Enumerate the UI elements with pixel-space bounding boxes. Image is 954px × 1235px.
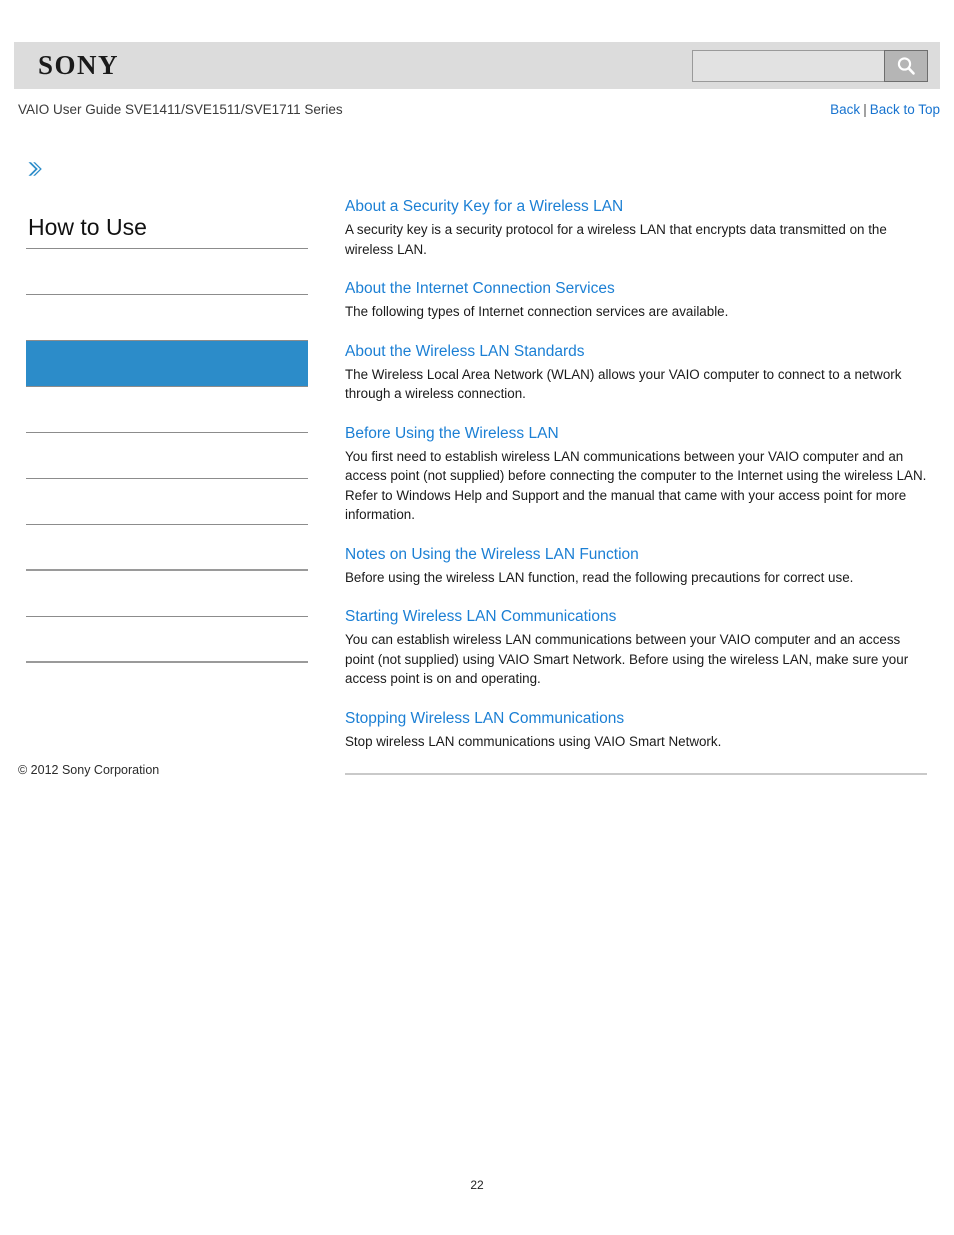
sidebar-item-4[interactable] [26, 387, 308, 433]
entry-title-link[interactable]: About the Wireless LAN Standards [345, 341, 927, 362]
sidebar: How to Use [26, 160, 308, 663]
entry-description: The following types of Internet connecti… [345, 304, 729, 319]
content-entry: Before Using the Wireless LAN You first … [345, 423, 927, 525]
sidebar-item-9[interactable] [26, 617, 308, 663]
back-to-top-link[interactable]: Back to Top [870, 102, 940, 117]
copyright-text: © 2012 Sony Corporation [18, 763, 160, 777]
sidebar-item-6[interactable] [26, 479, 308, 525]
guide-title: VAIO User Guide SVE1411/SVE1511/SVE1711 … [18, 102, 343, 117]
sidebar-item-7[interactable] [26, 525, 308, 571]
sidebar-item-2[interactable] [26, 295, 308, 341]
sidebar-item-8[interactable] [26, 571, 308, 617]
entry-title-link[interactable]: Notes on Using the Wireless LAN Function [345, 544, 927, 565]
content-divider [345, 773, 927, 775]
sidebar-item-1[interactable] [26, 249, 308, 295]
content-entry: Starting Wireless LAN Communications You… [345, 606, 927, 689]
search-input[interactable] [692, 50, 884, 82]
entry-title-link[interactable]: About a Security Key for a Wireless LAN [345, 196, 927, 217]
header-nav-links: Back | Back to Top [830, 101, 940, 119]
nav-separator: | [863, 102, 867, 117]
content-entry: Stopping Wireless LAN Communications Sto… [345, 708, 927, 752]
entry-description: You first need to establish wireless LAN… [345, 448, 927, 523]
search-button[interactable] [884, 50, 928, 82]
back-link[interactable]: Back [830, 102, 860, 117]
double-chevron-right-icon [26, 160, 44, 178]
entry-description: Before using the wireless LAN function, … [345, 569, 854, 585]
entry-title-link[interactable]: Starting Wireless LAN Communications [345, 606, 927, 627]
entry-description: A security key is a security protocol fo… [345, 222, 887, 257]
sidebar-item-selected[interactable] [26, 341, 308, 387]
entry-description: Stop wireless LAN communications using V… [345, 733, 722, 749]
content-entry: About a Security Key for a Wireless LAN … [345, 196, 927, 259]
document-page: SONY VAIO User Guide SVE1411/SVE1511/SVE… [0, 0, 954, 1235]
entry-title-link[interactable]: About the Internet Connection Services [345, 278, 927, 299]
sony-logo: SONY [38, 50, 120, 80]
content-entry: Notes on Using the Wireless LAN Function… [345, 544, 927, 588]
sidebar-nav-list [26, 249, 308, 663]
search-area [692, 50, 928, 82]
page-number: 22 [470, 1178, 484, 1192]
search-icon [895, 55, 917, 77]
page-title: How to Use [26, 214, 308, 249]
sidebar-item-5[interactable] [26, 433, 308, 479]
entry-description: You can establish wireless LAN communica… [345, 632, 909, 686]
content-entry: About the Wireless LAN Standards The Wir… [345, 341, 927, 404]
entry-title-link[interactable]: Stopping Wireless LAN Communications [345, 708, 927, 729]
entry-title-link[interactable]: Before Using the Wireless LAN [345, 423, 927, 444]
content-entry: About the Internet Connection Services T… [345, 278, 927, 322]
entry-description: The Wireless Local Area Network (WLAN) a… [345, 366, 902, 402]
header-bar: SONY [14, 42, 940, 89]
content-list: About a Security Key for a Wireless LAN … [345, 196, 927, 783]
